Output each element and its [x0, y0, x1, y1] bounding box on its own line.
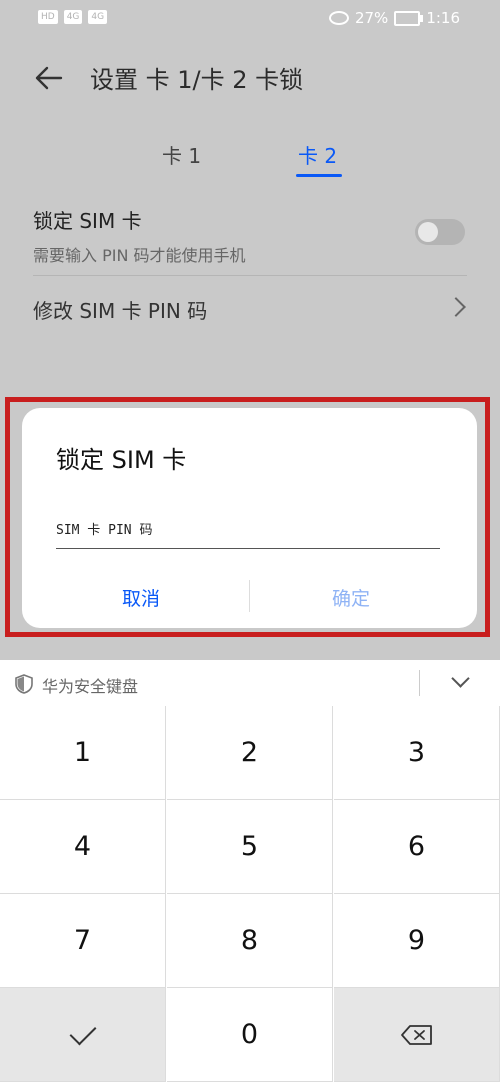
lock-sim-subtitle: 需要输入 PIN 码才能使用手机 — [33, 246, 246, 265]
app-bar: 设置 卡 1/卡 2 卡锁 — [0, 50, 500, 106]
key-4[interactable]: 4 — [0, 800, 166, 894]
backspace-key[interactable] — [334, 988, 500, 1082]
checkmark-icon — [69, 1018, 96, 1045]
network-chip: HD — [38, 10, 58, 24]
network-chip: 4G — [63, 10, 83, 24]
key-9[interactable]: 9 — [334, 894, 500, 988]
button-separator — [249, 580, 250, 612]
change-pin-row[interactable]: 修改 SIM 卡 PIN 码 — [33, 295, 467, 325]
battery-icon — [394, 10, 424, 26]
key-8[interactable]: 8 — [167, 894, 333, 988]
confirm-key[interactable] — [0, 988, 166, 1082]
key-6[interactable]: 6 — [334, 800, 500, 894]
lock-sim-title: 锁定 SIM 卡 — [33, 209, 142, 233]
key-5[interactable]: 5 — [167, 800, 333, 894]
battery-percent: 27% — [354, 9, 389, 27]
key-1[interactable]: 1 — [0, 706, 166, 800]
tab-indicator — [296, 174, 342, 177]
keyboard-brand: 华为安全键盘 — [42, 677, 139, 696]
confirm-button[interactable]: 确定 — [332, 584, 370, 611]
status-right: 27% 1:16 — [328, 9, 460, 27]
tab-sim-2[interactable]: 卡 2 — [298, 140, 337, 169]
key-3[interactable]: 3 — [334, 706, 500, 800]
shield-icon — [15, 674, 33, 694]
lock-sim-row[interactable]: 锁定 SIM 卡 需要输入 PIN 码才能使用手机 — [33, 205, 467, 266]
page-title: 设置 卡 1/卡 2 卡锁 — [90, 66, 304, 94]
tab-sim-1[interactable]: 卡 1 — [162, 140, 201, 169]
chevron-down-icon[interactable] — [451, 669, 470, 688]
secure-keyboard: 华为安全键盘 1 2 3 4 5 6 7 8 9 0 — [0, 660, 500, 1083]
eye-icon — [328, 11, 349, 25]
back-arrow-icon[interactable] — [33, 62, 65, 94]
lock-sim-toggle[interactable] — [415, 219, 465, 245]
pin-input[interactable] — [56, 512, 440, 549]
lock-sim-dialog: 锁定 SIM 卡 取消 确定 — [22, 408, 477, 628]
change-pin-label: 修改 SIM 卡 PIN 码 — [33, 299, 208, 323]
key-2[interactable]: 2 — [167, 706, 333, 800]
status-bar: HD 4G 4G 27% 1:16 — [0, 0, 500, 38]
keypad: 1 2 3 4 5 6 7 8 9 0 — [0, 706, 500, 1083]
status-left: HD 4G 4G — [38, 10, 108, 24]
divider — [419, 670, 420, 696]
backspace-icon — [400, 1024, 432, 1045]
sim-tabs: 卡 1 卡 2 — [0, 140, 500, 180]
toggle-knob — [418, 222, 438, 242]
key-0[interactable]: 0 — [167, 988, 333, 1082]
cancel-button[interactable]: 取消 — [122, 584, 160, 611]
dialog-title: 锁定 SIM 卡 — [56, 446, 187, 474]
divider — [33, 275, 467, 276]
keyboard-header: 华为安全键盘 — [0, 660, 500, 706]
network-chip: 4G — [88, 10, 108, 24]
clock: 1:16 — [426, 9, 460, 27]
key-7[interactable]: 7 — [0, 894, 166, 988]
